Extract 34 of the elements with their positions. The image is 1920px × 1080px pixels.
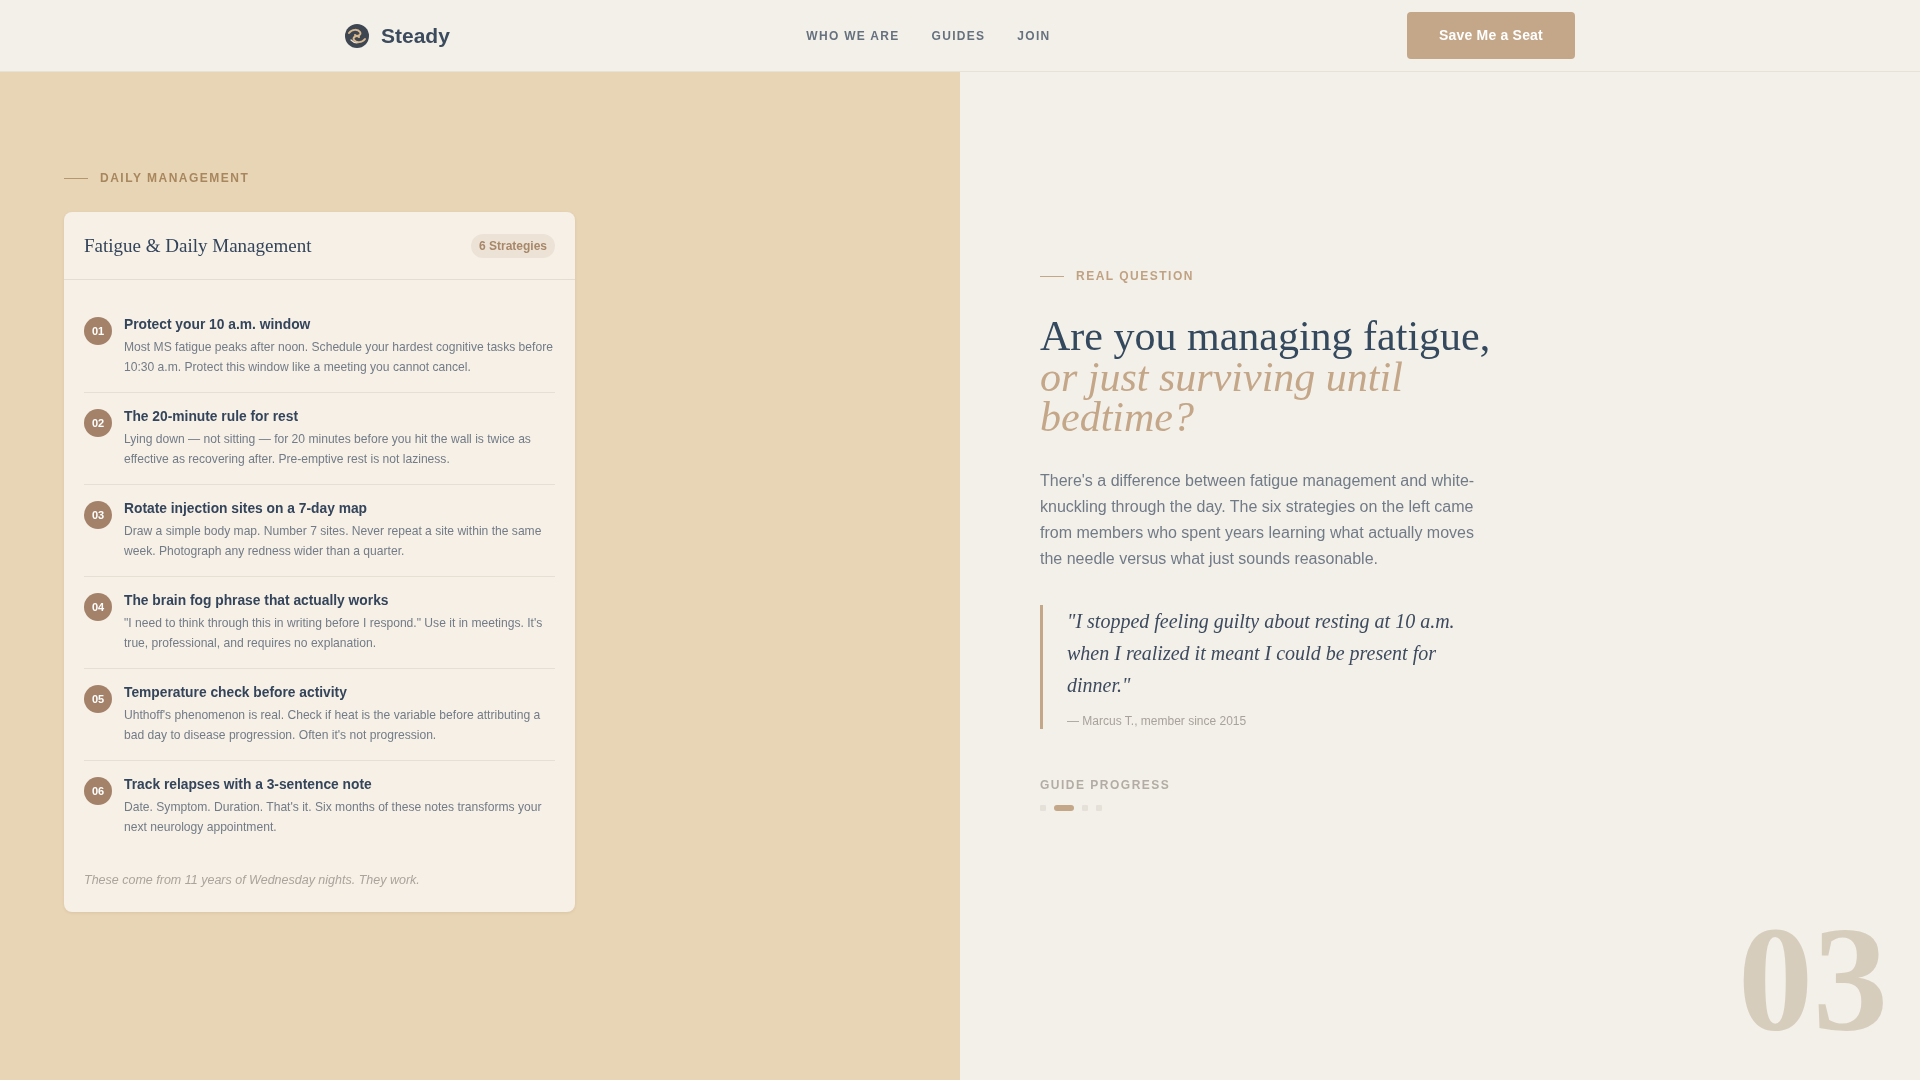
logo-icon[interactable] — [345, 23, 369, 48]
strategy-description: Uhthoff's phenomenon is real. Check if heat is the variable before attributing a bad day to disease progression. Often it's not progression. — [124, 707, 542, 744]
progress-label: GUIDE PROGRESS — [1040, 776, 1171, 793]
intro-paragraph: There's a difference between fatigue management and white-knuckling through the day. The six strategies on the left came from members who spent years learning what actually moves the needle versus what just sounds reasonable. — [1040, 470, 1476, 569]
strategy-title: The brain fog phrase that actually works — [124, 592, 390, 610]
step-number: 02 — [84, 409, 112, 437]
brand-name[interactable]: Steady — [381, 23, 450, 48]
strategy-title: Track relapses with a 3-sentence note — [124, 776, 373, 794]
card-title: Fatigue & Daily Management — [84, 233, 312, 258]
strategy-description: Lying down — not sitting — for 20 minutes before you hit the wall is twice as effective as recovering after. Pre-emptive rest is not laziness. — [124, 431, 532, 468]
step-number: 06 — [84, 777, 112, 805]
step-number: 05 — [84, 685, 112, 713]
step-number: 03 — [84, 501, 112, 529]
testimonial-quote: "I stopped feeling guilty about resting at 10 a.m. when I realized it meant I could be present for dinner." — [1067, 608, 1456, 698]
section-eyebrow: DAILY MANAGEMENT — [100, 170, 250, 186]
card-footnote: These come from 11 years of Wednesday nights. They work. — [83, 872, 421, 889]
headline: Are you managing fatigue, or just surviving until bedtime? — [1040, 316, 1492, 438]
strategy-description: Most MS fatigue peaks after noon. Schedule your hardest cognitive tasks before 10:30 a.m. Protect this window like a meeting you cannot cancel. — [124, 339, 554, 376]
step-number: 04 — [84, 593, 112, 621]
strategy-description: Date. Symptom. Duration. That's it. Six months of these notes transforms your next neurology appointment. — [124, 799, 543, 836]
nav-link[interactable]: JOIN — [1017, 27, 1051, 44]
step-number: 01 — [84, 317, 112, 345]
count-badge: 6 Strategies — [470, 233, 555, 258]
strategy-title: Temperature check before activity — [124, 684, 348, 702]
testimonial-attribution: — Marcus T., member since 2015 — [1067, 712, 1248, 729]
nav-link[interactable]: GUIDES — [931, 27, 986, 44]
strategy-description: Draw a simple body map. Number 7 sites. Never repeat a site within the same week. Photograph any redness wider than a quarter. — [124, 523, 543, 560]
strategy-title: Protect your 10 a.m. window — [124, 316, 312, 334]
strategy-title: The 20-minute rule for rest — [124, 408, 300, 426]
section-eyebrow: REAL QUESTION — [1076, 268, 1194, 284]
strategy-title: Rotate injection sites on a 7-day map — [124, 500, 369, 518]
strategy-description: "I need to think through this in writing before I respond." Use it in meetings. It's true, professional, and requires no explanation. — [124, 615, 544, 652]
nav-link[interactable]: WHO WE ARE — [806, 27, 900, 44]
save-seat-button[interactable]: Save Me a Seat — [1407, 12, 1575, 59]
